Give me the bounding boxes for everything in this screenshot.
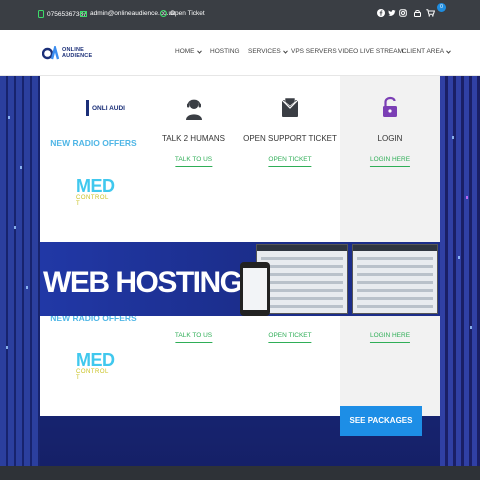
cart-icon[interactable] <box>426 9 435 17</box>
instagram-icon[interactable] <box>399 9 407 17</box>
media-control-logo-lower: MED CONTROL T <box>76 350 115 381</box>
site-logo[interactable]: ONLINE AUDIENCE <box>42 46 92 60</box>
top-contact-bar: 07565367387 admin@onlineaudience.co.uk O… <box>0 0 480 30</box>
nav-client-area[interactable]: CLIENT AREA <box>402 48 452 55</box>
radio-offers-title: NEW RADIO OFFERS <box>50 138 137 148</box>
media-logo-big: MED <box>76 176 115 196</box>
logo-mark-icon <box>42 46 59 60</box>
nav-services[interactable]: SERVICES <box>248 48 288 55</box>
open-ticket-link[interactable]: Open Ticket <box>160 10 205 17</box>
logo-mark-icon <box>86 100 89 116</box>
nav-hosting-label: HOSTING <box>210 48 240 55</box>
talk-title: TALK 2 HUMANS <box>162 134 225 143</box>
mini-logo: ONLI AUDI <box>86 100 125 116</box>
nav-hosting[interactable]: HOSTING <box>210 48 240 55</box>
open-ticket-link-lower[interactable]: OPEN TICKET <box>268 332 312 343</box>
nav-video-label: VIDEO LIVE STREAM <box>338 48 404 55</box>
facebook-icon[interactable] <box>377 9 385 17</box>
nav-vps-label: VPS SERVERS <box>291 48 337 55</box>
support-ticket-title: OPEN SUPPORT TICKET <box>243 134 337 143</box>
chevron-down-icon <box>196 49 202 54</box>
login-here-link[interactable]: LOGIN HERE <box>369 156 411 167</box>
media-logo-small: CONTROL T <box>76 195 109 207</box>
media-logo-small-lower: CONTROL T <box>76 369 109 381</box>
chevron-down-icon <box>446 49 452 54</box>
nav-video-live-stream[interactable]: VIDEO LIVE STREAM <box>338 48 403 55</box>
nav-services-label: SERVICES <box>248 48 281 55</box>
mini-logo-text: ONLI AUDI <box>92 104 125 112</box>
nav-home[interactable]: HOME <box>175 48 202 55</box>
web-hosting-title: WEB HOSTING <box>43 266 243 299</box>
phone-icon <box>38 10 44 18</box>
nav-home-label: HOME <box>175 48 195 55</box>
nav-vps-servers[interactable]: VPS SERVERS <box>291 48 337 55</box>
headset-person-icon <box>185 99 202 120</box>
open-ticket-label: Open Ticket <box>170 10 205 17</box>
login-here-link-lower[interactable]: LOGIN HERE <box>369 332 411 343</box>
envelope-icon <box>80 10 87 17</box>
see-packages-button[interactable]: SEE PACKAGES <box>340 406 422 436</box>
ticket-envelope-icon <box>281 98 299 117</box>
main-navbar: ONLINE AUDIENCE HOME HOSTING SERVICES VP… <box>0 30 480 76</box>
lock-icon[interactable] <box>414 9 421 17</box>
media-logo-big-lower: MED <box>76 350 115 370</box>
nav-client-label: CLIENT AREA <box>402 48 445 55</box>
open-ticket-link-card[interactable]: OPEN TICKET <box>268 156 312 167</box>
cart-count-badge: 0 <box>437 3 446 12</box>
logo-line-2: AUDIENCE <box>62 53 93 59</box>
media-control-logo: MED CONTROL T <box>76 176 115 207</box>
dashboard-preview-2 <box>352 244 438 314</box>
web-hosting-banner: WEB HOSTING <box>40 242 440 316</box>
phone-preview <box>240 262 270 316</box>
whatsapp-icon <box>160 10 167 17</box>
padlock-icon <box>383 96 397 117</box>
footer-strip <box>0 466 480 480</box>
talk-to-us-link[interactable]: TALK TO US <box>174 156 213 167</box>
login-title: LOGIN <box>377 134 403 143</box>
chevron-down-icon <box>282 49 288 54</box>
twitter-icon[interactable] <box>388 9 396 17</box>
talk-to-us-link-lower[interactable]: TALK TO US <box>174 332 213 343</box>
